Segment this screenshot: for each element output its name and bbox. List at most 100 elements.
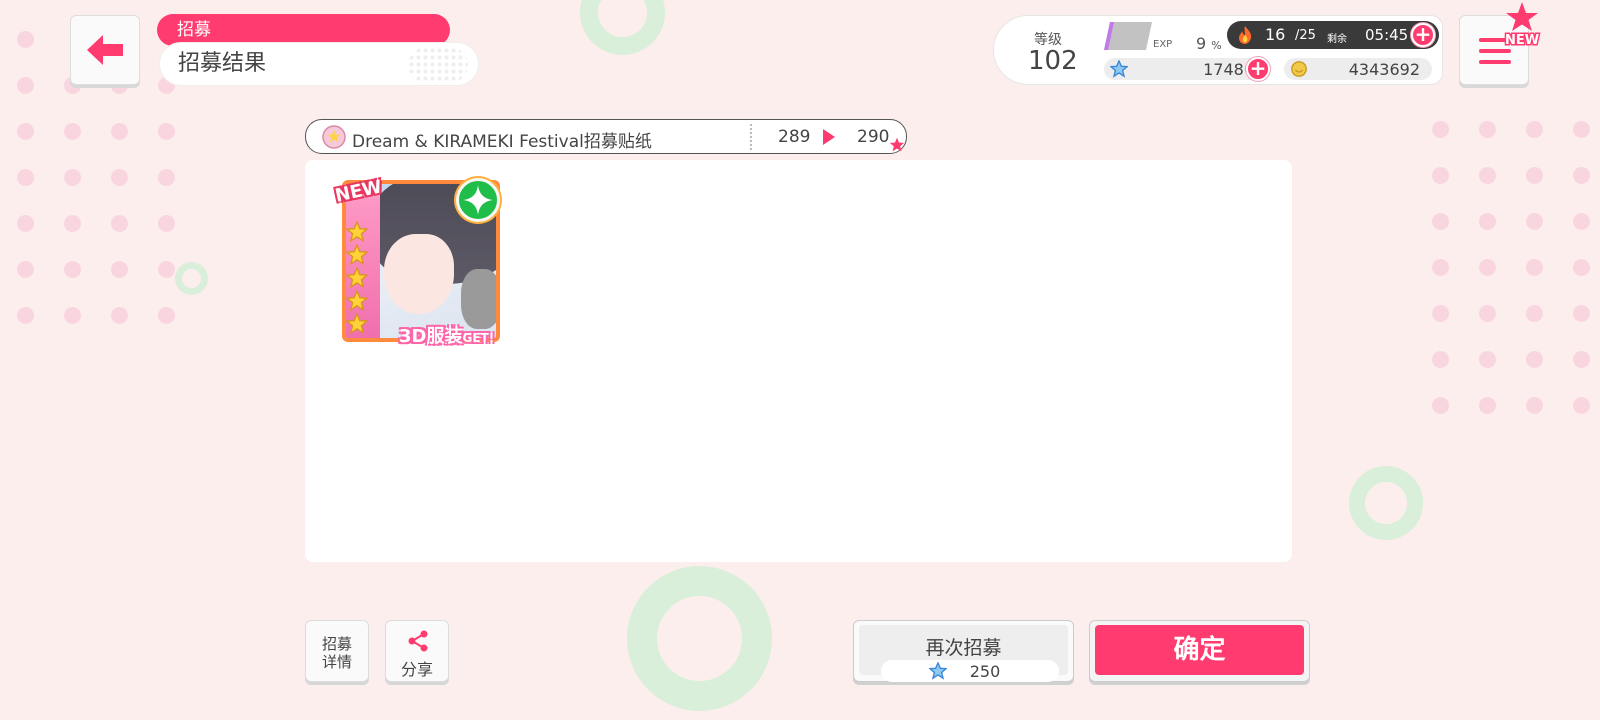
card-art-headphone <box>461 269 496 329</box>
menu-line <box>1479 60 1511 64</box>
bg-dot <box>1432 351 1449 368</box>
recruit-again-face: 再次招募 250 <box>859 625 1068 682</box>
sticker-count-before: 289 <box>778 127 811 147</box>
sticker-name: Dream & KIRAMEKI Festival招募贴纸 <box>352 132 652 152</box>
sticker-count-after: 290 <box>857 127 890 147</box>
bg-ring <box>1349 466 1423 540</box>
coin-counter: 4343692 <box>1284 58 1432 80</box>
card-art-face <box>384 234 454 314</box>
exp-bar <box>1104 22 1152 50</box>
remaining-label: 剩余 <box>1327 34 1347 45</box>
bg-dot <box>1479 397 1496 414</box>
results-panel: NEW 3D服装GET! <box>305 160 1292 562</box>
coin-value: 4343692 <box>1348 60 1420 79</box>
sticker-icon <box>322 125 346 149</box>
page-title-box: 招募结果 <box>159 42 479 86</box>
bg-dot <box>1479 305 1496 322</box>
recruit-again-cost: 250 <box>881 660 1059 682</box>
back-button[interactable] <box>70 15 140 85</box>
bg-ring <box>580 0 665 55</box>
bg-dot <box>17 169 34 186</box>
gacha-details-label-line1: 招募 <box>321 635 352 653</box>
new-badge-icon: NEW <box>1503 2 1541 50</box>
gacha-details-label-line2: 详情 <box>321 653 352 671</box>
bg-dot <box>17 77 34 94</box>
recruit-again-button[interactable]: 再次招募 250 <box>853 620 1074 682</box>
title-decoration <box>408 47 468 83</box>
bg-dot <box>1432 305 1449 322</box>
bg-dot <box>64 215 81 232</box>
exp-number: 9 <box>1196 34 1207 53</box>
star-icon <box>889 137 905 152</box>
bg-dot <box>1573 397 1590 414</box>
outfit-label-suffix: GET! <box>462 331 495 345</box>
bg-dot <box>1573 259 1590 276</box>
rarity-star-icon <box>346 290 368 312</box>
bg-ring <box>627 566 772 711</box>
rank-value: 102 <box>1028 46 1078 76</box>
bg-dot <box>111 169 128 186</box>
recruit-again-label: 再次招募 <box>925 637 1002 659</box>
bg-dot <box>158 215 175 232</box>
bg-dot <box>64 169 81 186</box>
sticker-progress-bar: Dream & KIRAMEKI Festival招募贴纸 289 290 <box>305 119 907 154</box>
bg-dot <box>1432 213 1449 230</box>
bg-dot <box>1432 121 1449 138</box>
share-label: 分享 <box>400 660 433 679</box>
exp-value: 9 % <box>1196 34 1222 53</box>
bg-dot <box>158 169 175 186</box>
share-icon <box>408 630 428 652</box>
bg-dot <box>1432 397 1449 414</box>
bg-dot <box>1479 167 1496 184</box>
outfit-get-label: 3D服装GET! <box>399 322 494 348</box>
bg-dot <box>1526 167 1543 184</box>
gacha-details-button[interactable]: 招募 详情 <box>305 620 369 682</box>
rarity-star-icon <box>346 221 368 243</box>
add-stamina-button[interactable]: + <box>1411 23 1435 47</box>
exp-label: EXP <box>1153 39 1173 50</box>
rarity-star-icon <box>346 244 368 266</box>
bg-dot <box>1573 351 1590 368</box>
stamina-bar: 16 /25 剩余 05:45 <box>1227 21 1439 49</box>
bg-dot <box>158 307 175 324</box>
bg-dot <box>1526 121 1543 138</box>
confirm-button[interactable]: 确定 <box>1089 620 1310 682</box>
bg-dot <box>1526 213 1543 230</box>
coin-icon <box>1291 61 1307 77</box>
add-gems-button[interactable]: + <box>1246 57 1270 81</box>
confirm-label: 确定 <box>1095 625 1304 675</box>
remaining-time: 05:45 <box>1365 26 1409 44</box>
arrow-right-icon <box>823 129 835 145</box>
share-button[interactable]: 分享 <box>385 620 449 682</box>
bg-dot <box>1573 305 1590 322</box>
bg-dot <box>111 123 128 140</box>
back-arrow-icon <box>87 35 123 65</box>
star-gem-icon <box>1110 60 1128 78</box>
attribute-badge <box>456 178 500 222</box>
gacha-details-label: 招募 详情 <box>306 635 368 671</box>
rarity-star-icon <box>346 313 368 335</box>
stamina-max: /25 <box>1295 28 1316 43</box>
bg-dot <box>17 307 34 324</box>
member-card[interactable]: NEW 3D服装GET! <box>333 176 502 348</box>
stamina-current: 16 <box>1265 25 1286 44</box>
flame-icon <box>1239 26 1252 44</box>
bg-dot <box>1526 259 1543 276</box>
bg-dot <box>17 215 34 232</box>
bg-dot <box>1526 397 1543 414</box>
bg-dot <box>1479 259 1496 276</box>
player-status-panel: 等级 102 EXP 9 % 16 /25 剩余 05:45 + 17486 +… <box>993 15 1443 85</box>
outfit-label-text: 3D服装 <box>399 326 463 347</box>
bg-dot <box>1479 121 1496 138</box>
page-title: 招募结果 <box>178 51 267 76</box>
bg-dot <box>158 123 175 140</box>
bg-dot <box>1479 351 1496 368</box>
bg-dot <box>1573 167 1590 184</box>
bg-dot <box>1573 121 1590 138</box>
bg-dot <box>1479 213 1496 230</box>
bg-dot <box>64 307 81 324</box>
bg-dot <box>1526 305 1543 322</box>
rarity-star-icon <box>346 267 368 289</box>
bg-dot <box>1526 351 1543 368</box>
bg-dot <box>111 307 128 324</box>
